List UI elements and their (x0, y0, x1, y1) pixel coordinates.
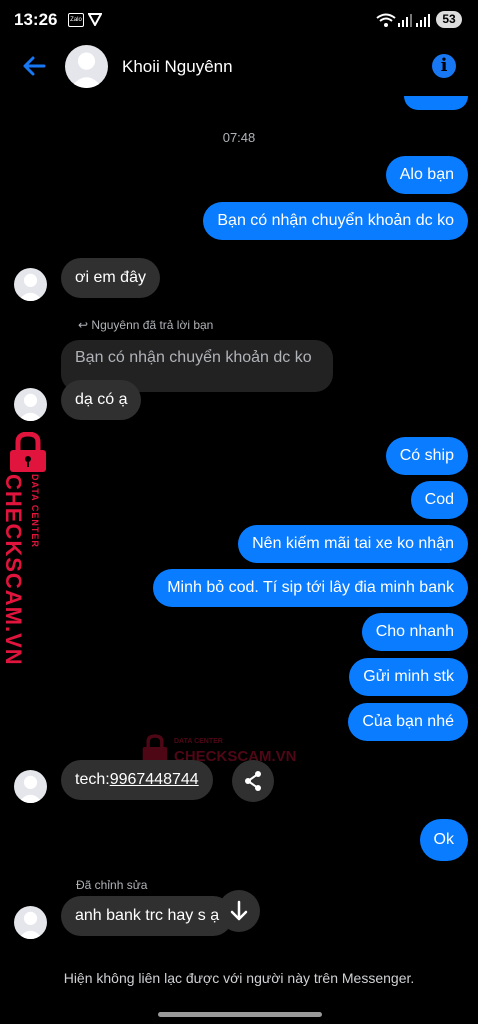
vpn-icon (87, 12, 103, 28)
sender-avatar[interactable] (14, 770, 47, 803)
outgoing-message[interactable]: Có ship (385, 437, 468, 475)
phone-number-link[interactable]: 9967448744 (110, 771, 199, 788)
sender-avatar[interactable] (14, 906, 47, 939)
edited-label: Đã chỉnh sửa (76, 878, 148, 892)
outgoing-message[interactable]: Minh bỏ cod. Tí sip tới lây đia minh ban… (153, 569, 468, 607)
outgoing-message[interactable]: Alo bạn (385, 156, 468, 194)
share-button[interactable] (232, 760, 274, 802)
incoming-message[interactable]: tech:9967448744 (61, 760, 213, 800)
outgoing-message[interactable]: Bạn có nhận chuyển khoản dc ko (203, 202, 468, 240)
sender-avatar[interactable] (14, 388, 47, 421)
home-indicator[interactable] (158, 1012, 322, 1017)
share-icon (245, 771, 261, 791)
checkscam-logo (6, 431, 50, 474)
message-timestamp: 07:48 (222, 130, 256, 145)
scroll-to-bottom-button[interactable] (218, 890, 260, 932)
signal-icon-1 (398, 13, 412, 27)
default-avatar-icon (18, 911, 43, 939)
unavailable-notice: Hiện không liên lạc được với người này t… (63, 970, 415, 986)
outgoing-message[interactable]: Cho nhanh (361, 613, 468, 651)
status-bar: 13:26 Zalo 53 (0, 0, 478, 40)
arrow-down-icon (230, 900, 248, 921)
contact-name[interactable]: Khoii Nguyênn (122, 57, 233, 77)
outgoing-message[interactable]: Gửi minh stk (349, 658, 468, 696)
outgoing-message[interactable]: Của bạn nhé (348, 703, 468, 741)
reply-label: ↩ Nguyênn đã trả lời bạn (78, 318, 214, 332)
signal-icon-2 (416, 13, 430, 27)
back-arrow-icon (23, 56, 46, 76)
message-prefix: tech: (75, 771, 110, 788)
outgoing-message[interactable]: Cod (410, 481, 468, 519)
contact-avatar[interactable] (65, 45, 108, 88)
zalo-notification-icon: Zalo (68, 13, 84, 27)
back-button[interactable] (18, 50, 50, 82)
info-icon: i (440, 55, 448, 76)
watermark-vertical: CHECKSCAM.VN DATA CENTER (1, 474, 40, 666)
default-avatar-icon (18, 775, 43, 803)
incoming-message[interactable]: anh bank trc hay s ạ (61, 896, 234, 936)
battery-indicator: 53 (436, 11, 462, 28)
default-avatar-icon (18, 393, 43, 421)
default-avatar-icon (18, 273, 43, 301)
incoming-message[interactable]: dạ có ạ (61, 380, 142, 420)
status-time: 13:26 (14, 10, 58, 29)
previous-message-tail[interactable] (404, 96, 468, 110)
info-button[interactable]: i (432, 54, 456, 78)
sender-avatar[interactable] (14, 268, 47, 301)
outgoing-message[interactable]: Ok (419, 819, 468, 861)
incoming-message[interactable]: ơi em đây (61, 258, 160, 298)
outgoing-message[interactable]: Nên kiếm mãi tai xe ko nhận (238, 525, 468, 563)
reply-icon: ↩ (78, 318, 89, 332)
default-avatar-icon (70, 52, 103, 88)
quoted-text: Bạn có nhận chuyển khoản dc ko (75, 349, 312, 366)
wifi-icon (376, 13, 396, 27)
